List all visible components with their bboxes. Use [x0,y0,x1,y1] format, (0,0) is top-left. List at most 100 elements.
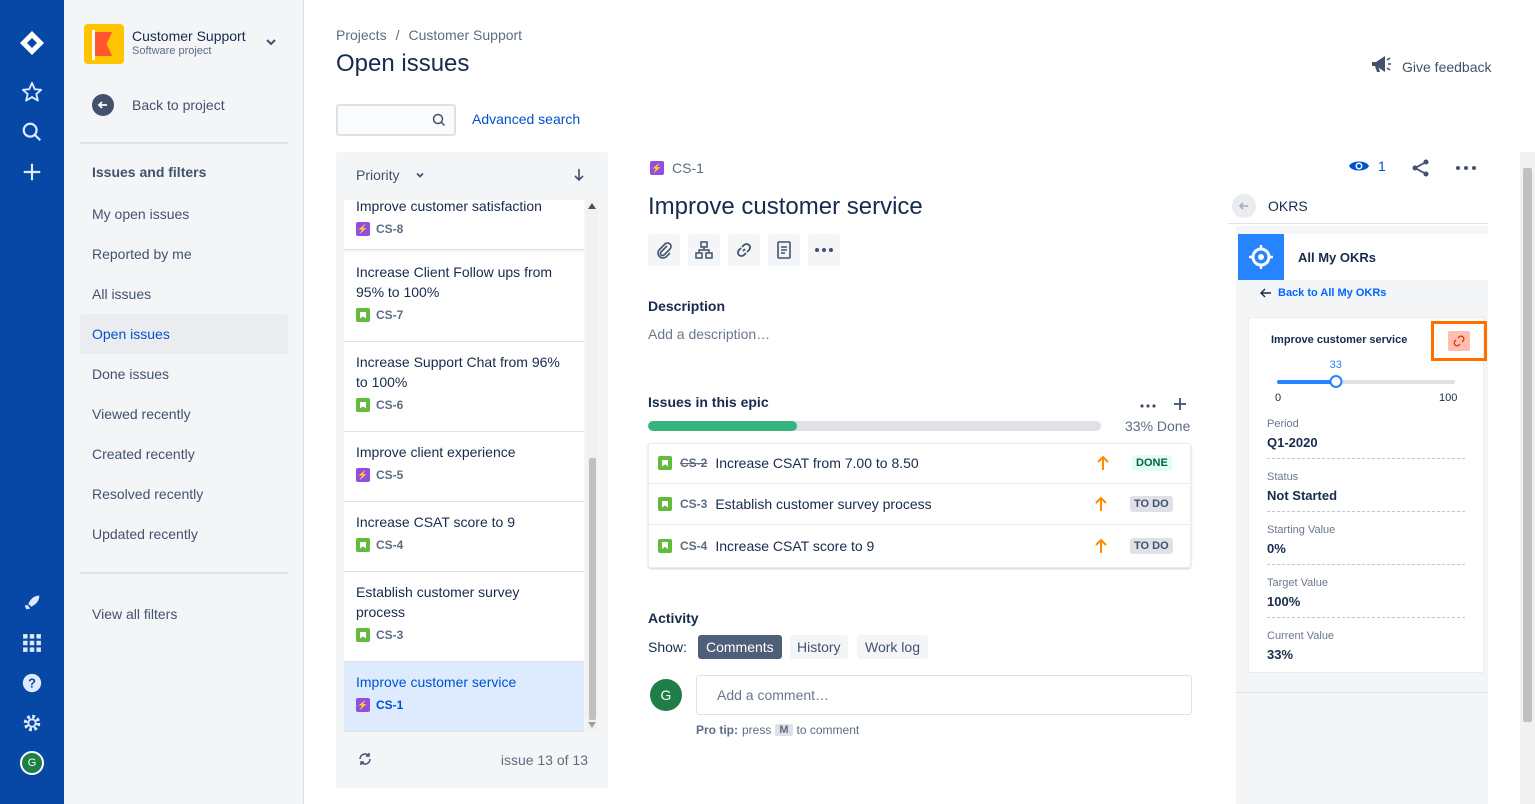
plus-icon[interactable] [17,157,47,187]
sidebar-item-reported-by-me[interactable]: Reported by me [80,234,288,274]
share-icon[interactable] [1411,158,1431,183]
advanced-search-link[interactable]: Advanced search [472,111,580,127]
table-row[interactable]: CS-3 Establish customer survey process T… [648,484,1191,525]
list-item[interactable]: Increase Support Chat from 96% to 100% C… [344,342,584,432]
field-label: Target Value [1267,577,1328,589]
issue-title: Improve customer satisfaction [356,200,542,214]
back-arrow-icon[interactable] [1232,194,1256,218]
sidebar-item-resolved-recently[interactable]: Resolved recently [80,474,288,514]
list-item[interactable]: Increase Client Follow ups from 95% to 1… [344,252,584,342]
sort-label: Priority [356,167,400,183]
divider [80,142,288,144]
sidebar-item-open-issues[interactable]: Open issues [80,314,288,354]
table-row[interactable]: CS-4 Increase CSAT score to 9 TO DO [648,525,1191,566]
list-item[interactable]: Improve client experience ⚡ CS-5 [344,432,584,502]
apps-grid-icon[interactable] [17,628,47,658]
show-label: Show: [648,639,687,655]
list-item[interactable]: Increase CSAT score to 9 CS-4 [344,502,584,572]
scroll-up-icon[interactable] [588,203,596,209]
issue-summary: Increase CSAT score to 9 [715,537,875,554]
breadcrumb: Projects / Customer Support [336,27,522,43]
field-current-value: Current Value 33% [1267,630,1465,670]
scrollbar-thumb[interactable] [589,458,596,720]
comment-input[interactable]: Add a comment… [696,675,1192,715]
help-icon[interactable]: ? [17,668,47,698]
refresh-icon[interactable] [358,752,372,771]
add-page-button[interactable] [768,234,800,266]
watcher-count: 1 [1378,158,1386,174]
plus-icon[interactable] [1172,396,1188,417]
story-icon [658,497,672,511]
list-item-selected[interactable]: Improve customer service ⚡ CS-1 [344,662,584,732]
arrow-left-circle-icon [92,94,114,116]
sort-direction-icon[interactable] [573,168,585,187]
epic-icon: ⚡ [650,161,664,175]
tab-history[interactable]: History [790,635,848,659]
issue-title: Increase Client Follow ups from 95% to 1… [356,264,553,300]
scrollbar[interactable] [586,200,598,732]
progress-slider[interactable] [1277,375,1455,388]
issue-title: Establish customer survey process [356,584,520,620]
sidebar-item-done-issues[interactable]: Done issues [80,354,288,394]
back-to-project-link[interactable]: Back to project [92,94,225,116]
okr-panel: All My OKRs Back to All My OKRs Improve … [1236,226,1488,804]
description-field[interactable]: Add a description… [648,326,770,342]
issue-title: Increase Support Chat from 96% to 100% [356,354,560,390]
sidebar-item-my-open-issues[interactable]: My open issues [80,194,288,234]
view-all-filters-link[interactable]: View all filters [80,594,288,634]
avatar: G [20,751,44,775]
list-item[interactable]: Establish customer survey process CS-3 [344,572,584,662]
gear-icon[interactable] [17,708,47,738]
sort-dropdown[interactable]: Priority [356,167,426,183]
watch-button[interactable]: 1 [1348,158,1386,174]
attach-button[interactable] [648,234,680,266]
tab-comments[interactable]: Comments [698,635,782,659]
search-icon[interactable] [17,117,47,147]
field-period: Period Q1-2020 [1267,418,1465,458]
tab-work-log[interactable]: Work log [857,635,928,659]
slider-handle[interactable] [1329,375,1343,388]
give-feedback-button[interactable]: Give feedback [1370,54,1492,79]
search-input[interactable] [336,104,456,136]
more-actions-icon[interactable] [1455,158,1477,183]
rocket-icon[interactable] [17,588,47,618]
sidebar-item-created-recently[interactable]: Created recently [80,434,288,474]
list-item[interactable]: Improve customer satisfaction ⚡ CS-8 [344,200,584,250]
okr-header: All My OKRs [1236,234,1488,280]
star-icon[interactable] [17,77,47,107]
chevron-down-icon[interactable] [264,35,278,54]
issue-key[interactable]: CS-3 [680,497,707,511]
link-issue-button[interactable] [728,234,760,266]
issue-key[interactable]: CS-4 [680,539,707,553]
status-badge[interactable]: DONE [1132,455,1172,471]
breadcrumb-customer-support[interactable]: Customer Support [408,27,522,43]
more-icon[interactable] [1140,396,1156,414]
back-to-okrs-link[interactable]: Back to All My OKRs [1260,287,1386,299]
status-badge[interactable]: TO DO [1130,537,1173,554]
okr-card: Improve customer service 33 0 100 Period… [1248,317,1487,673]
unlink-icon [1448,331,1470,351]
profile-avatar[interactable]: G [17,748,47,778]
page-scrollbar[interactable] [1520,152,1535,804]
story-icon [356,628,370,642]
issue-key-breadcrumb[interactable]: ⚡ CS-1 [650,160,704,176]
more-button[interactable] [808,234,840,266]
section-title: Issues and filters [92,164,207,180]
project-logo-icon [84,24,124,64]
sidebar-item-all-issues[interactable]: All issues [80,274,288,314]
pro-tip-rest: to comment [796,723,860,737]
issue-key[interactable]: CS-2 [680,456,707,470]
table-row[interactable]: CS-2 Increase CSAT from 7.00 to 8.50 DON… [648,443,1191,484]
slider-fill [1277,380,1336,384]
issue-title[interactable]: Improve customer service [648,193,923,221]
scroll-down-icon[interactable] [588,722,596,728]
scrollbar-thumb[interactable] [1523,168,1532,722]
child-issue-button[interactable] [688,234,720,266]
status-badge[interactable]: TO DO [1130,496,1173,512]
link-objective-button[interactable] [1431,321,1487,361]
breadcrumb-projects[interactable]: Projects [336,27,387,43]
jira-logo-icon[interactable] [17,28,47,58]
global-navigation: ? G [0,0,64,804]
sidebar-item-updated-recently[interactable]: Updated recently [80,514,288,554]
sidebar-item-viewed-recently[interactable]: Viewed recently [80,394,288,434]
